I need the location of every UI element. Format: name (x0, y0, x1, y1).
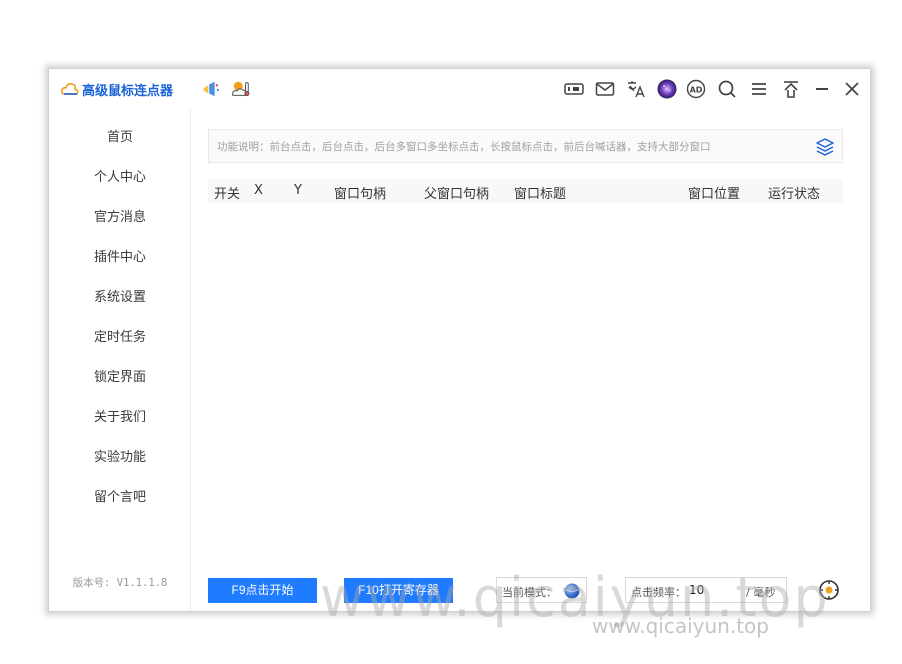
help-compass-icon[interactable] (818, 579, 840, 601)
version-label: 版本号: V1.1.1.8 (72, 577, 168, 589)
translate-icon[interactable] (626, 79, 646, 99)
sidebar: 首页 个人中心 官方消息 插件中心 系统设置 定时任务 锁定界面 关于我们 实验… (49, 109, 191, 611)
mode-field[interactable]: 当前模式： (496, 577, 587, 603)
app-window: 高级鼠标连点器 AD 首页 个人中心 官方消息 插件中心 系统设置 定时任务 锁… (48, 68, 871, 612)
mode-label: 当前模式： (502, 586, 557, 599)
column-header-window-position[interactable]: 窗口位置 (688, 183, 740, 202)
mail-icon[interactable] (595, 79, 615, 99)
column-header-window-handle[interactable]: 窗口句柄 (334, 183, 386, 202)
mode-globe-icon[interactable] (563, 582, 581, 600)
frequency-value[interactable]: 10 (689, 583, 704, 597)
menu-icon[interactable] (749, 79, 769, 99)
click-frequency-field[interactable]: 点击频率： 10 / 毫秒 (625, 577, 787, 603)
keyboard-icon[interactable] (564, 79, 584, 99)
column-header-window-title[interactable]: 窗口标题 (514, 183, 566, 202)
svg-text:AD: AD (690, 86, 703, 95)
sidebar-item-profile[interactable]: 个人中心 (49, 167, 191, 189)
sidebar-item-plugins[interactable]: 插件中心 (49, 247, 191, 269)
sidebar-item-feedback[interactable]: 留个言吧 (49, 487, 191, 509)
open-recorder-button[interactable]: F10打开寄存器 (344, 578, 453, 603)
app-title: 高级鼠标连点器 (82, 83, 174, 99)
thermometer-weather-icon[interactable] (231, 79, 251, 99)
column-header-switch[interactable]: 开关 (214, 183, 240, 202)
sidebar-item-experimental[interactable]: 实验功能 (49, 447, 191, 469)
frequency-label: 点击频率： (631, 586, 686, 599)
table-header: 开关 X Y 窗口句柄 父窗口句柄 窗口标题 窗口位置 运行状态 (208, 179, 843, 203)
description-text: 功能说明：前台点击，后台点击，后台多窗口多坐标点击，长按鼠标点击，前后台喊话器，… (217, 141, 711, 153)
start-click-button[interactable]: F9点击开始 (208, 578, 317, 603)
title-bar[interactable]: 高级鼠标连点器 AD (49, 69, 870, 109)
description-box: 功能说明：前台点击，后台点击，后台多窗口多坐标点击，长按鼠标点击，前后台喊话器，… (208, 129, 843, 163)
sidebar-item-settings[interactable]: 系统设置 (49, 287, 191, 309)
watermark-small: www.qicaiyun.top (592, 614, 769, 638)
layers-icon[interactable] (815, 137, 835, 157)
app-logo: 高级鼠标连点器 (61, 80, 174, 99)
announcement-icon[interactable] (201, 79, 221, 99)
pin-top-icon[interactable] (781, 79, 801, 99)
column-header-run-status[interactable]: 运行状态 (768, 183, 820, 202)
ad-icon[interactable]: AD (686, 79, 706, 99)
sidebar-item-scheduled-tasks[interactable]: 定时任务 (49, 327, 191, 349)
sidebar-item-official-news[interactable]: 官方消息 (49, 207, 191, 229)
sidebar-item-about[interactable]: 关于我们 (49, 407, 191, 429)
minimize-icon[interactable] (812, 79, 832, 99)
galaxy-avatar-icon[interactable] (657, 79, 677, 99)
column-header-y[interactable]: Y (294, 183, 302, 198)
cloud-icon (61, 83, 79, 95)
column-header-x[interactable]: X (254, 183, 263, 198)
frequency-unit: / 毫秒 (746, 586, 776, 599)
column-header-parent-handle[interactable]: 父窗口句柄 (424, 183, 489, 202)
sidebar-item-home[interactable]: 首页 (49, 127, 191, 149)
close-icon[interactable] (842, 79, 862, 99)
search-icon[interactable] (717, 79, 737, 99)
sidebar-item-lock-screen[interactable]: 锁定界面 (49, 367, 191, 389)
